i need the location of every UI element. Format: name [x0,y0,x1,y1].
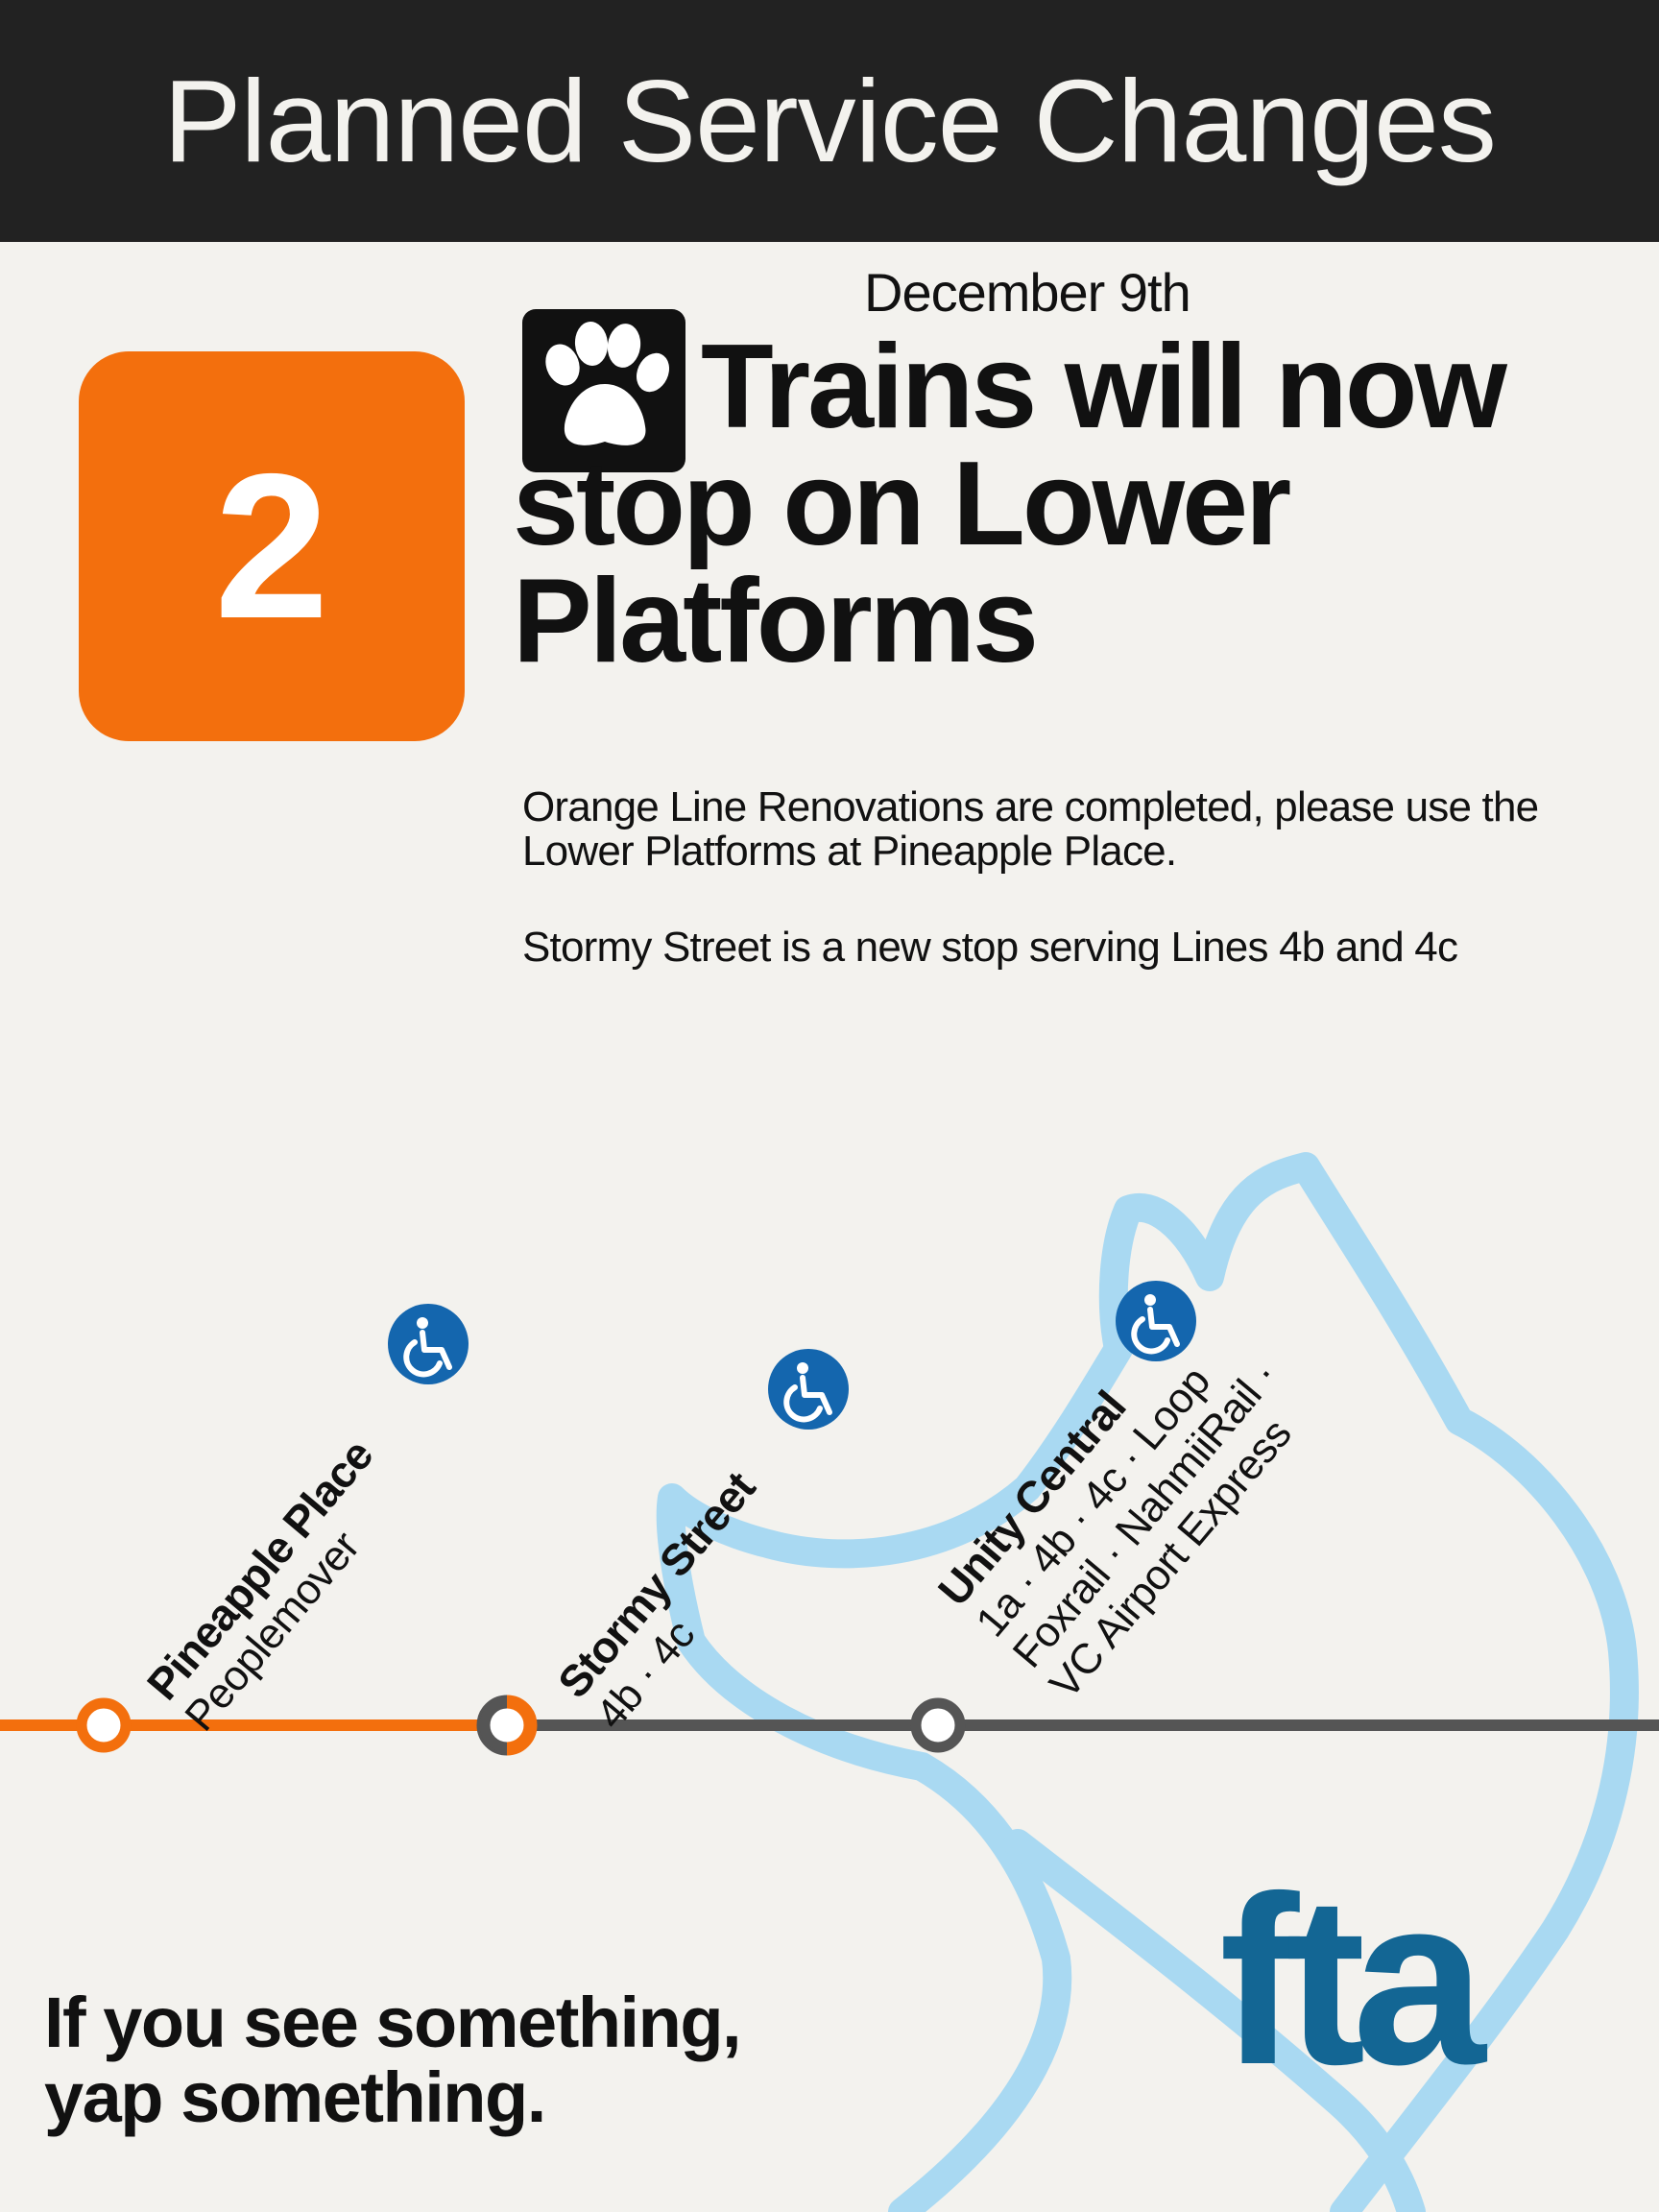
wheelchair-icon [388,1304,469,1384]
slogan-line-2: yap something. [44,2057,546,2137]
station-marker-stormy-street[interactable] [476,1695,538,1756]
station-marker-unity-central[interactable] [910,1697,966,1753]
fta-logo: fta [1219,1846,1486,2114]
slogan-line-1: If you see something, [44,1983,742,2062]
safety-slogan: If you see something, yap something. [44,1983,742,2137]
station-marker-pineapple-place[interactable] [76,1697,132,1753]
wheelchair-icon [768,1349,849,1430]
